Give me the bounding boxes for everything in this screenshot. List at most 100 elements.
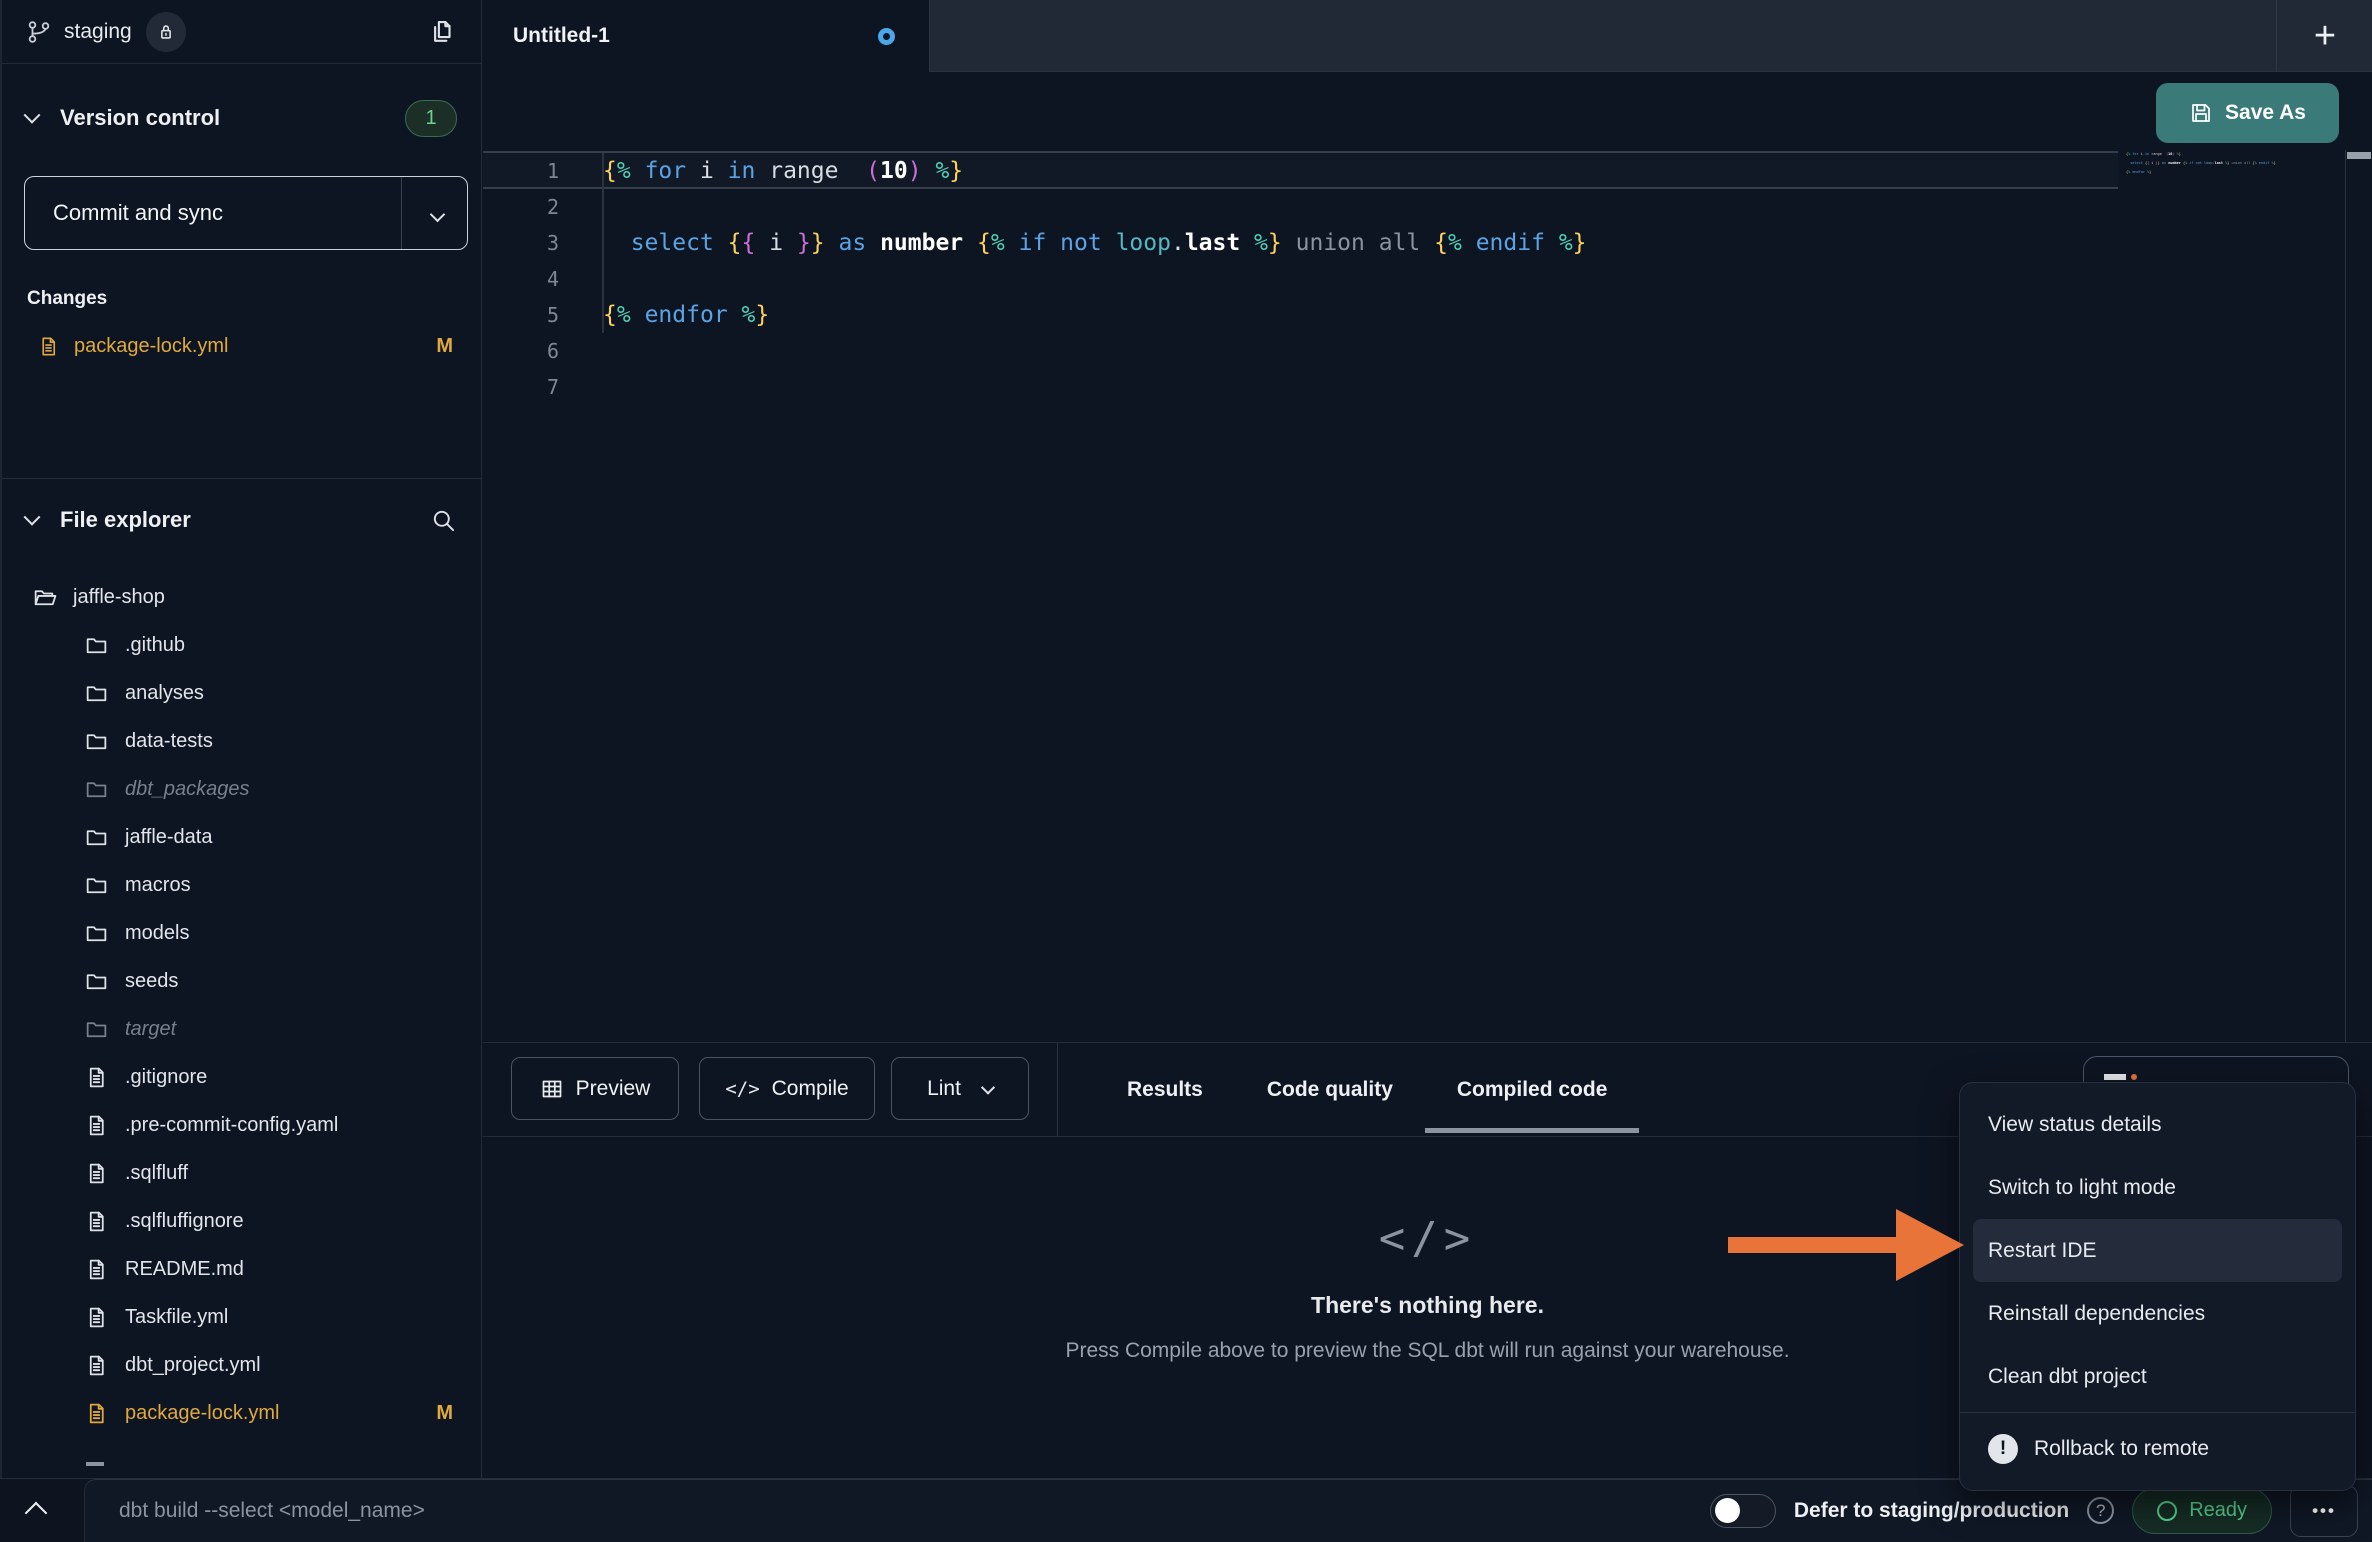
menu-divider	[1960, 1412, 2355, 1413]
help-icon[interactable]: ?	[2087, 1497, 2114, 1524]
chevron-down-icon	[24, 107, 41, 124]
menu-item-view-status-details[interactable]: View status details	[1960, 1093, 2355, 1156]
code-line[interactable]: 3 select {{ i }} as number {% if not loo…	[483, 225, 2262, 261]
annotation-arrow-head	[1896, 1209, 1964, 1281]
version-control-header[interactable]: Version control 1	[2, 96, 481, 140]
menu-item-restart-ide[interactable]: Restart IDE	[1973, 1219, 2342, 1282]
minimap[interactable]: {% for i in range (10) %} select {{ i }}…	[2126, 152, 2276, 184]
tabbar-divider	[2276, 0, 2277, 72]
new-tab-button[interactable]: +	[2295, 0, 2355, 72]
tree-item-label: .sqlfluff	[125, 1162, 188, 1185]
chevron-up-icon[interactable]	[25, 1502, 48, 1525]
more-options-button[interactable]: •••	[2290, 1485, 2358, 1537]
chevron-down-icon[interactable]	[981, 1080, 995, 1094]
folder-icon	[84, 1017, 109, 1042]
code-line[interactable]: 6	[483, 333, 2262, 369]
commit-and-sync-button[interactable]: Commit and sync	[24, 176, 468, 250]
overview-ruler-marker[interactable]	[2347, 152, 2371, 159]
tree-item[interactable]: seeds	[2, 957, 481, 1005]
tree-item[interactable]: dbt_project.yml	[2, 1341, 481, 1389]
file-icon	[84, 1305, 109, 1330]
folder-icon	[84, 921, 109, 946]
sidebar: staging Version control 1 Commit and syn…	[0, 0, 482, 1478]
menu-item-label: Reinstall dependencies	[1988, 1302, 2205, 1326]
tree-item[interactable]: target	[2, 1005, 481, 1053]
file-icon	[84, 1065, 109, 1090]
tree-item-label: .github	[125, 634, 185, 657]
folder-icon	[84, 633, 109, 658]
file-icon	[84, 1257, 109, 1282]
lint-button[interactable]: Lint	[891, 1057, 1029, 1120]
tree-item[interactable]: jaffle-shop	[2, 573, 481, 621]
toolbar-divider	[1057, 1043, 1058, 1136]
tab-untitled-1[interactable]: Untitled-1	[483, 0, 930, 72]
changes-section-label: Changes	[27, 288, 107, 310]
tree-item[interactable]: analyses	[2, 669, 481, 717]
tree-item[interactable]: jaffle-data	[2, 813, 481, 861]
annotation-arrow	[1728, 1237, 1900, 1253]
code-lines[interactable]: 1{% for i in range (10) %}23 select {{ i…	[483, 153, 2262, 405]
panel-tab-code-quality[interactable]: Code quality	[1263, 1043, 1397, 1136]
code-line[interactable]: 4	[483, 261, 2262, 297]
status-label: Ready	[2189, 1499, 2247, 1522]
changed-file-name: package-lock.yml	[74, 335, 229, 358]
menu-item-reinstall-dependencies[interactable]: Reinstall dependencies	[1960, 1282, 2355, 1345]
menu-item-label: Clean dbt project	[1988, 1365, 2147, 1389]
tab-title: Untitled-1	[513, 24, 610, 48]
code-line[interactable]: 5{% endfor %}	[483, 297, 2262, 333]
unsaved-indicator-dot	[878, 28, 895, 45]
tree-item[interactable]: .sqlfluff	[2, 1149, 481, 1197]
code-line[interactable]: 1{% for i in range (10) %}	[483, 153, 2262, 189]
menu-item-label: Rollback to remote	[2034, 1437, 2209, 1461]
tree-item[interactable]: .sqlfluffignore	[2, 1197, 481, 1245]
code-text: {% for i in range (10) %}	[559, 158, 963, 184]
menu-item-switch-to-light-mode[interactable]: Switch to light mode	[1960, 1156, 2355, 1219]
tree-item[interactable]: .github	[2, 621, 481, 669]
tree-item[interactable]: data-tests	[2, 717, 481, 765]
chevron-down-icon[interactable]	[430, 207, 446, 223]
version-control-title: Version control	[60, 105, 220, 131]
folder-icon	[84, 969, 109, 994]
tree-item-label: dbt_packages	[125, 778, 250, 801]
copy-icon[interactable]	[427, 17, 457, 47]
compile-label: Compile	[772, 1077, 849, 1101]
search-icon[interactable]	[430, 507, 457, 534]
tree-item-label: jaffle-data	[125, 826, 212, 849]
chevron-down-icon	[24, 509, 41, 526]
panel-tab-compiled-code[interactable]: Compiled code	[1453, 1043, 1612, 1136]
compile-button[interactable]: </> Compile	[699, 1057, 875, 1120]
line-number: 5	[483, 303, 559, 327]
defer-label: Defer to staging/production	[1794, 1499, 2069, 1523]
folder-icon	[84, 729, 109, 754]
line-number: 4	[483, 267, 559, 291]
defer-toggle[interactable]	[1710, 1494, 1776, 1528]
panel-tab-results[interactable]: Results	[1123, 1043, 1207, 1136]
tree-item[interactable]: macros	[2, 861, 481, 909]
tree-item-label: target	[125, 1018, 176, 1041]
changed-file-row[interactable]: package-lock.yml M	[2, 324, 481, 368]
code-line[interactable]: 7	[483, 369, 2262, 405]
tree-item[interactable]: package-lock.ymlM	[2, 1389, 481, 1437]
tree-item[interactable]: .gitignore	[2, 1053, 481, 1101]
code-line[interactable]: 2	[483, 189, 2262, 225]
sidebar-divider	[2, 478, 481, 479]
file-explorer-header[interactable]: File explorer	[2, 498, 481, 542]
code-text: select {{ i }} as number {% if not loop.…	[559, 230, 1587, 256]
tree-item-label: package-lock.yml	[125, 1402, 280, 1425]
line-number: 7	[483, 375, 559, 399]
file-icon	[37, 335, 60, 358]
panel-tabs: Results Code quality Compiled code	[1123, 1043, 1611, 1136]
tree-item[interactable]: dbt_packages	[2, 765, 481, 813]
save-as-label: Save As	[2225, 101, 2306, 125]
tree-item[interactable]: .pre-commit-config.yaml	[2, 1101, 481, 1149]
save-as-button[interactable]: Save As	[2156, 83, 2339, 143]
menu-item-clean-dbt-project[interactable]: Clean dbt project	[1960, 1345, 2355, 1408]
file-icon	[84, 1161, 109, 1186]
tree-item[interactable]: Taskfile.yml	[2, 1293, 481, 1341]
tree-item-label: data-tests	[125, 730, 213, 753]
tree-item[interactable]: README.md	[2, 1245, 481, 1293]
preview-button[interactable]: Preview	[511, 1057, 679, 1120]
code-editor[interactable]: 1{% for i in range (10) %}23 select {{ i…	[483, 150, 2372, 1042]
menu-item-rollback-to-remote[interactable]: !Rollback to remote	[1960, 1417, 2355, 1480]
tree-item[interactable]: models	[2, 909, 481, 957]
